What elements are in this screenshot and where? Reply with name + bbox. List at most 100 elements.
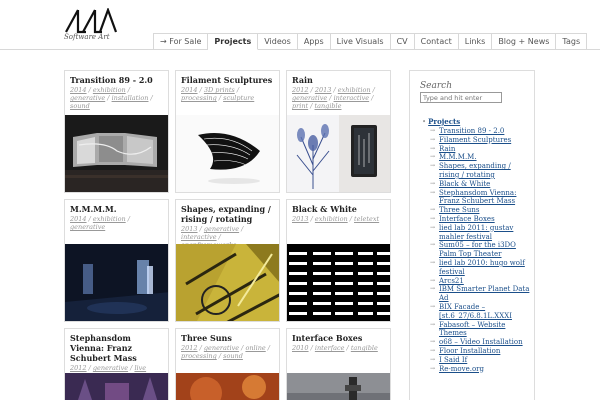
project-link[interactable]: Stephansdom Vienna: Franz Schubert Mass xyxy=(430,189,532,207)
tag-link[interactable]: sound xyxy=(223,352,243,360)
tag-link[interactable]: 2013 xyxy=(292,215,309,223)
bullet-icon: • xyxy=(422,118,427,126)
tag-link[interactable]: exhibition xyxy=(315,215,348,223)
tag-link[interactable]: interactive xyxy=(334,94,370,102)
project-card[interactable]: Rain 2012 / 2013 / exhibition / generati… xyxy=(286,70,391,193)
project-card[interactable]: Stephansdom Vienna: Franz Schubert Mass … xyxy=(64,328,169,400)
nav-tab-tags[interactable]: Tags xyxy=(556,33,588,50)
project-card[interactable]: Shapes, expanding / rising / rotating 20… xyxy=(175,199,280,322)
project-title[interactable]: Interface Boxes xyxy=(287,329,390,343)
project-title[interactable]: Transition 89 - 2.0 xyxy=(65,71,168,85)
tag-link[interactable]: processing xyxy=(181,94,217,102)
tag-link[interactable]: 2010 xyxy=(292,344,309,352)
nav-tab-projects[interactable]: Projects xyxy=(208,33,259,50)
tag-link[interactable]: 2014 xyxy=(70,215,87,223)
tag-link[interactable]: installation xyxy=(112,94,149,102)
tag-link[interactable]: generative xyxy=(292,94,327,102)
project-card[interactable]: Interface Boxes 2010 / interface / tangi… xyxy=(286,328,391,400)
tag-link[interactable]: sound xyxy=(70,102,90,110)
tag-link[interactable]: generative xyxy=(70,223,105,231)
search-input[interactable] xyxy=(420,92,502,103)
project-title[interactable]: M.M.M.M. xyxy=(65,200,168,214)
nav-tab-contact[interactable]: Contact xyxy=(414,33,459,50)
tag-link[interactable]: exhibition xyxy=(93,86,126,94)
nav-tab-apps[interactable]: Apps xyxy=(297,33,331,50)
tag-link[interactable]: generative xyxy=(70,94,105,102)
project-card[interactable]: Filament Sculptures 2014 / 3D prints / p… xyxy=(175,70,280,193)
project-title[interactable]: Stephansdom Vienna: Franz Schubert Mass xyxy=(65,329,168,363)
project-thumbnail[interactable] xyxy=(287,244,390,321)
project-link[interactable]: M.M.M.M. xyxy=(430,153,532,162)
project-link[interactable]: IBM Smarter Planet Data Ad xyxy=(430,285,532,303)
project-link[interactable]: Re-move.org xyxy=(430,365,532,374)
site-logo[interactable] xyxy=(64,8,118,34)
project-link[interactable]: I Said If xyxy=(430,356,532,365)
project-card[interactable]: Three Suns 2012 / generative / online / … xyxy=(175,328,280,400)
nav-tab-blog-news[interactable]: Blog + News xyxy=(492,33,557,50)
project-card[interactable]: Black & White 2013 / exhibition / telete… xyxy=(286,199,391,322)
project-title[interactable]: Three Suns xyxy=(176,329,279,343)
tag-link[interactable]: 3D prints xyxy=(204,86,235,94)
tag-link[interactable]: generative xyxy=(93,364,128,372)
project-title[interactable]: Filament Sculptures xyxy=(176,71,279,85)
nav-tab-cv[interactable]: CV xyxy=(390,33,415,50)
project-link[interactable]: Floor Installation xyxy=(430,347,532,356)
project-link[interactable]: Interface Boxes xyxy=(430,215,532,224)
project-thumbnail[interactable] xyxy=(65,373,168,400)
project-link[interactable]: lied lab 2011: gustav mahler festival xyxy=(430,224,532,242)
category-projects-link[interactable]: Projects xyxy=(428,117,460,126)
project-link[interactable]: Arcs21 xyxy=(430,277,532,286)
tag-link[interactable]: 2012 xyxy=(292,86,309,94)
project-link[interactable]: Black & White xyxy=(430,180,532,189)
project-link[interactable]: Rain xyxy=(430,145,532,154)
tag-link[interactable]: teletext xyxy=(354,215,379,223)
project-meta: 2014 / exhibition / generative xyxy=(70,215,130,231)
tag-link[interactable]: 2012 xyxy=(181,344,198,352)
project-link[interactable]: Filament Sculptures xyxy=(430,136,532,145)
tag-link[interactable]: tangible xyxy=(351,344,378,352)
tag-link[interactable]: print xyxy=(292,102,308,110)
tag-link[interactable]: sculpture xyxy=(223,94,254,102)
site-tagline: Software Art xyxy=(64,33,110,41)
tag-link[interactable]: 2013 xyxy=(315,86,332,94)
tag-link[interactable]: interactive xyxy=(181,233,217,241)
project-link[interactable]: lied lab 2010: hugo wolf festival xyxy=(430,259,532,277)
project-link[interactable]: o68 – Video Installation xyxy=(430,338,532,347)
project-link[interactable]: Sum05 – for the i3DO Palm Top Theater xyxy=(430,241,532,259)
project-link[interactable]: BIX Facade – [st.6_27/6.8.1L.XXXI xyxy=(430,303,532,321)
tag-link[interactable]: generative xyxy=(204,225,239,233)
tag-link[interactable]: tangible xyxy=(314,102,341,110)
project-link[interactable]: Three Suns xyxy=(430,206,532,215)
nav-tab-live-visuals[interactable]: Live Visuals xyxy=(330,33,391,50)
project-list: Transition 89 - 2.0 Filament Sculptures … xyxy=(430,127,532,373)
project-card[interactable]: Transition 89 - 2.0 2014 / exhibition / … xyxy=(64,70,169,193)
tag-link[interactable]: 2013 xyxy=(181,225,198,233)
project-thumbnail[interactable] xyxy=(287,373,390,400)
nav-tab-links[interactable]: Links xyxy=(458,33,493,50)
tag-link[interactable]: exhibition xyxy=(93,215,126,223)
project-thumbnail[interactable] xyxy=(65,115,168,192)
project-title[interactable]: Black & White xyxy=(287,200,390,214)
project-link[interactable]: Shapes, expanding / rising / rotating xyxy=(430,162,532,180)
project-thumbnail[interactable] xyxy=(176,115,279,192)
tag-link[interactable]: interface xyxy=(315,344,345,352)
tag-link[interactable]: 2014 xyxy=(70,86,87,94)
project-card[interactable]: M.M.M.M. 2014 / exhibition / generative xyxy=(64,199,169,322)
tag-link[interactable]: generative xyxy=(204,344,239,352)
project-link[interactable]: Fabasoft – Website Themes xyxy=(430,321,532,339)
nav-tab-videos[interactable]: Videos xyxy=(258,33,298,50)
category-root: • Projects xyxy=(422,117,460,126)
project-thumbnail[interactable] xyxy=(287,115,390,192)
project-title[interactable]: Shapes, expanding / rising / rotating xyxy=(176,200,279,224)
project-thumbnail[interactable] xyxy=(176,373,279,400)
tag-link[interactable]: 2012 xyxy=(70,364,87,372)
project-link[interactable]: Transition 89 - 2.0 xyxy=(430,127,532,136)
tag-link[interactable]: processing xyxy=(181,352,217,360)
project-thumbnail[interactable] xyxy=(176,244,279,321)
tag-link[interactable]: exhibition xyxy=(338,86,371,94)
project-title[interactable]: Rain xyxy=(287,71,390,85)
tag-link[interactable]: online xyxy=(245,344,265,352)
tag-link[interactable]: 2014 xyxy=(181,86,198,94)
nav-tab-for-sale[interactable]: → For Sale xyxy=(153,33,209,50)
project-thumbnail[interactable] xyxy=(65,244,168,321)
